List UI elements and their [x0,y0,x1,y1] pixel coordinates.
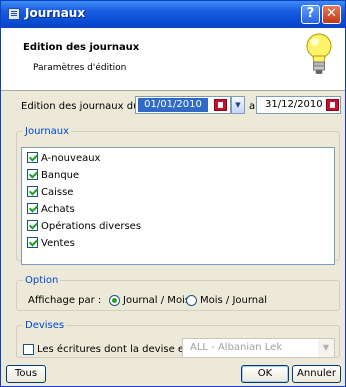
date-to-value: 31/12/2010 [265,99,323,110]
checkbox[interactable] [27,236,38,248]
journal-label: A-nouveaux [41,153,101,164]
journaux-dialog: Journaux ? ✕ Edition des journaux Paramè… [0,0,346,387]
checkbox[interactable] [27,168,38,180]
journal-label: Achats [41,204,75,215]
header-subtitle: Paramètres d'édition [33,63,127,73]
display-by-label: Affichage par : [28,295,102,306]
journal-label: Opérations diverses [41,221,142,232]
checkbox[interactable] [27,219,38,231]
close-button[interactable]: ✕ [322,5,341,24]
journal-label: Banque [41,170,80,181]
devises-legend: Devises [25,320,65,331]
option-group: Option Affichage par : Journal / Mois Mo… [16,275,340,311]
currency-select[interactable]: ALL - Albanian Lek ▼ [182,338,335,358]
list-item[interactable]: Caisse [27,185,74,200]
header-title: Edition des journaux [23,42,140,53]
currency-filter-checkbox[interactable] [23,344,34,355]
journal-icon [8,8,20,20]
option-legend: Option [25,275,59,286]
currency-filter-label[interactable]: Les écritures dont la devise est : [37,344,200,355]
help-button[interactable]: ? [301,5,320,24]
checkbox[interactable] [27,202,38,214]
date-to-field[interactable]: 31/12/2010 [256,96,341,114]
list-item[interactable]: Opérations diverses [27,219,142,234]
checkbox[interactable] [27,185,38,197]
ok-button[interactable]: OK [241,365,289,383]
date-range-label: Edition des journaux du : [21,101,146,112]
radio-journal-mois-label[interactable]: Journal / Mois [123,295,190,306]
date-from-dropdown-button[interactable]: ▼ [231,96,245,114]
journaux-group: Journaux A-nouveaux Banque Caisse Achats… [16,126,340,265]
journal-label: Caisse [41,187,74,198]
list-item[interactable]: A-nouveaux [27,151,101,166]
date-from-value: 01/01/2010 [138,98,208,112]
calendar-icon[interactable] [326,99,339,111]
dialog-header: Edition des journaux Paramètres d'éditio… [1,28,345,91]
journal-label: Ventes [41,238,75,249]
list-item[interactable]: Ventes [27,236,75,251]
devises-group: Devises Les écritures dont la devise est… [16,320,340,358]
lightbulb-icon [306,33,332,74]
cancel-button[interactable]: Annuler [292,365,341,383]
window-title: Journaux [25,6,86,20]
title-bar[interactable]: Journaux ? ✕ [1,1,345,28]
tous-button[interactable]: Tous [6,365,46,383]
date-from-field[interactable]: 01/01/2010 [135,96,231,114]
radio-journal-mois[interactable] [109,295,120,306]
journaux-list[interactable]: A-nouveaux Banque Caisse Achats Opératio… [21,147,335,265]
list-item[interactable]: Banque [27,168,80,183]
journaux-legend: Journaux [25,126,70,137]
currency-value: ALL - Albanian Lek [190,342,283,353]
list-item[interactable]: Achats [27,202,75,217]
calendar-icon[interactable] [214,99,227,111]
chevron-down-icon[interactable]: ▼ [318,339,334,357]
radio-mois-journal-label[interactable]: Mois / Journal [200,295,267,306]
radio-mois-journal[interactable] [186,295,197,306]
checkbox[interactable] [27,151,38,163]
